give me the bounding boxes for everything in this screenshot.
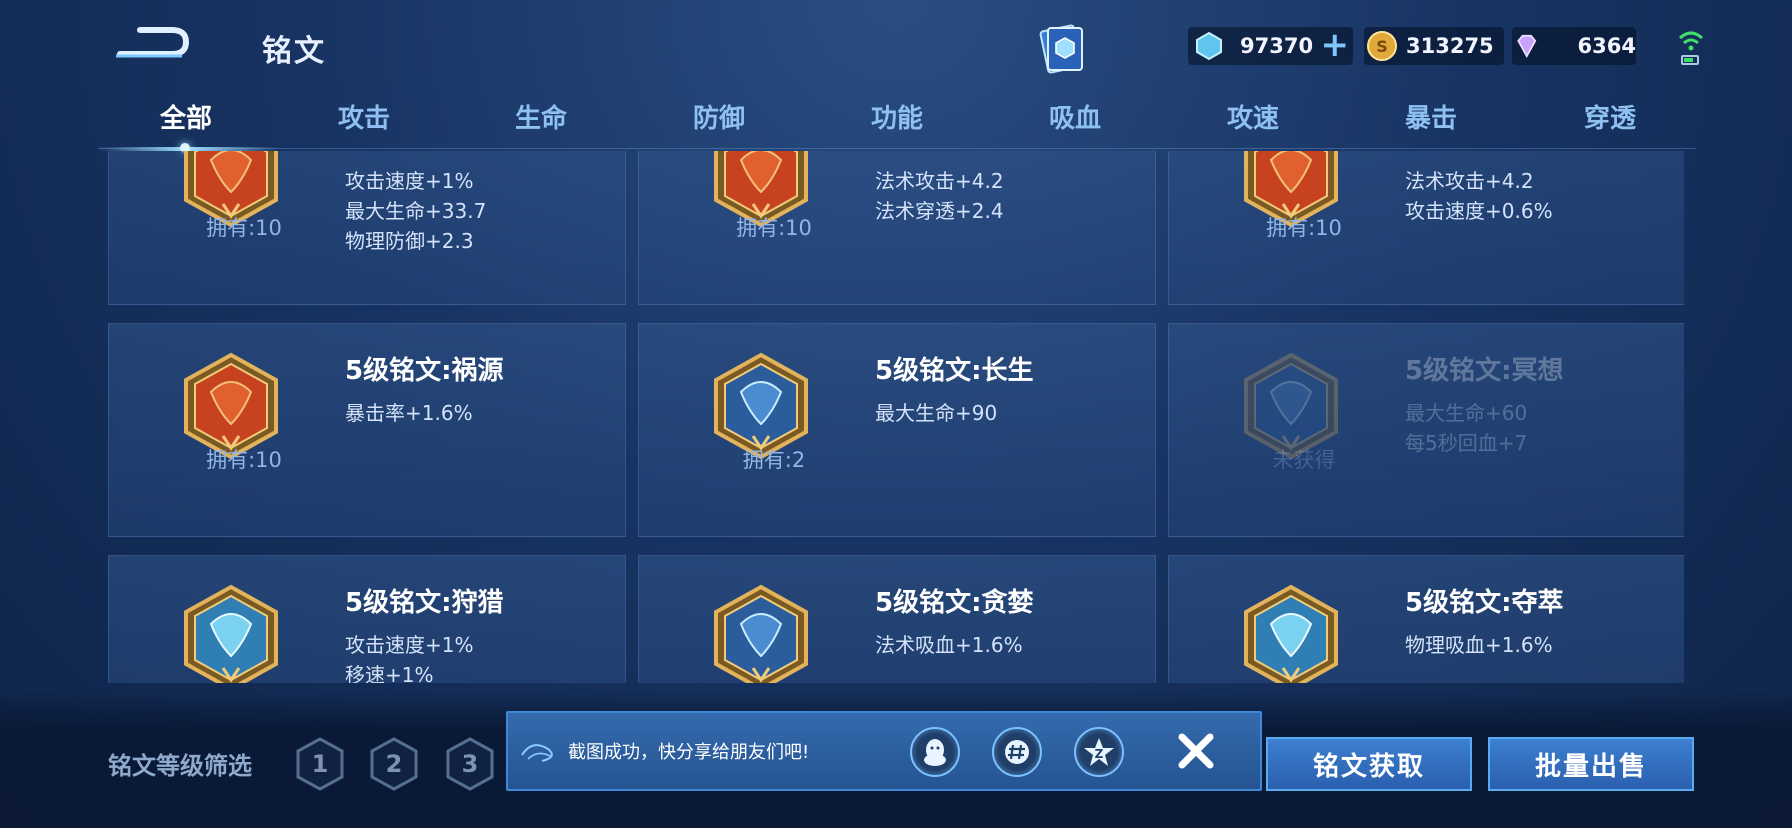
owned-count: 拥有:2 (742, 448, 806, 472)
screenshot-share-toast: 截图成功，快分享给朋友们吧! Z (506, 711, 1262, 791)
qq-penguin-icon (924, 739, 946, 766)
level-filter-label: 铭文等级筛选 (108, 752, 252, 780)
inscription-attribute: 每5秒回血+7 (1405, 431, 1528, 455)
inscription-emblem-icon (184, 584, 278, 683)
gem-amount: 6364 (1577, 34, 1636, 58)
gold-coin-icon: S (1367, 31, 1397, 61)
qzone-star-icon: Z (1084, 738, 1114, 766)
level-filter-2[interactable]: 2 (368, 736, 420, 792)
tab-all[interactable]: 全部 (116, 98, 256, 135)
inscription-attributes: 法术攻击+4.2 法术穿透+2.4 (875, 166, 1004, 226)
inscription-attribute: 攻击速度+1% (345, 633, 474, 657)
inscription-name: 5级铭文:贪婪 (875, 588, 1034, 618)
tab-crit[interactable]: 暴击 (1361, 98, 1501, 135)
inscription-attribute: 法术攻击+4.2 (1405, 169, 1534, 193)
inscription-attributes: 法术攻击+4.2 攻击速度+0.6% (1405, 166, 1553, 226)
owned-count: 拥有:10 (736, 216, 812, 240)
inscription-attributes: 最大生命+90 (875, 398, 997, 428)
inscription-card[interactable]: 5级铭文:狩猎攻击速度+1% 移速+1% (108, 555, 626, 683)
svg-text:Z: Z (1095, 747, 1104, 761)
owned-count: 拥有:10 (206, 216, 282, 240)
svg-text:S: S (1376, 37, 1388, 56)
level-filter-1-label: 1 (312, 750, 329, 778)
inscription-list[interactable]: 5级铭文:隐匿攻击速度+1%最大生命+33.7物理防御+2.3拥有:105级铭文… (108, 151, 1684, 683)
inscription-attribute: 移速+1% (345, 663, 434, 683)
level-filter-3-label: 3 (462, 750, 479, 778)
inscription-attributes: 物理吸血+1.6% (1405, 630, 1553, 660)
tab-attack[interactable]: 攻击 (294, 98, 434, 135)
inscription-name: 5级铭文:夺萃 (1405, 588, 1564, 618)
inscription-attribute: 物理防御+2.3 (345, 229, 474, 253)
owned-count: 拥有:10 (1266, 216, 1342, 240)
inscription-name: 5级铭文:祸源 (345, 356, 504, 386)
inscription-book-icon[interactable] (1034, 20, 1092, 78)
add-ticket-button[interactable]: + (1321, 28, 1350, 62)
share-wechat-button[interactable] (992, 727, 1042, 777)
inscription-emblem-icon (714, 584, 808, 683)
inscription-attribute: 法术吸血+1.6% (875, 633, 1023, 657)
owned-count: 拥有:10 (206, 448, 282, 472)
bulk-sell-button[interactable]: 批量出售 (1488, 737, 1694, 791)
inscription-attribute: 最大生命+90 (875, 401, 998, 425)
ticket-amount: 97370 (1240, 34, 1314, 58)
inscription-name: 5级铭文:圣人 (1405, 151, 1564, 155)
inscription-name: 5级铭文:冥想 (1405, 356, 1564, 386)
inscription-card[interactable]: 5级铭文:隐匿攻击速度+1% 最大生命+33.7 物理防御+2.3 拥有:10 (108, 151, 626, 305)
inscription-attributes: 攻击速度+1% 移速+1% (345, 630, 474, 683)
ticket-currency: 97370 + (1188, 27, 1353, 65)
gem-icon (1517, 34, 1537, 58)
inscription-attribute: 最大生命+33.7 (345, 199, 487, 223)
tab-lifesteal[interactable]: 吸血 (1005, 98, 1145, 135)
inscription-card[interactable]: 5级铭文:贪婪法术吸血+1.6% (638, 555, 1156, 683)
inscription-card[interactable]: 5级铭文:祸源暴击率+1.6% 拥有:10 (108, 323, 626, 537)
inscription-card[interactable]: 5级铭文:长生最大生命+90 拥有:2 (638, 323, 1156, 537)
inscription-attribute: 法术穿透+2.4 (875, 199, 1004, 223)
inscription-attribute: 暴击率+1.6% (345, 401, 473, 425)
inscription-attribute: 物理吸血+1.6% (1405, 633, 1553, 657)
inscription-attribute: 法术攻击+4.2 (875, 169, 1004, 193)
level-filter-1[interactable]: 1 (294, 736, 346, 792)
tab-health[interactable]: 生命 (471, 98, 611, 135)
inscription-attribute: 攻击速度+0.6% (1405, 199, 1553, 223)
level-filter-2-label: 2 (386, 750, 403, 778)
tabs-divider (98, 148, 1696, 149)
gold-currency: S 313275 (1364, 27, 1504, 65)
category-tabs: 全部 攻击 生命 防御 功能 吸血 攻速 暴击 穿透 (98, 98, 1696, 148)
back-button[interactable] (112, 24, 192, 64)
gold-amount: 313275 (1406, 34, 1494, 58)
inscription-card[interactable]: 5级铭文:梦魇法术攻击+4.2 法术穿透+2.4 拥有:10 (638, 151, 1156, 305)
inscription-attributes: 最大生命+60 每5秒回血+7 (1405, 398, 1527, 458)
inscription-name: 5级铭文:梦魇 (875, 151, 1034, 155)
inscription-card[interactable]: 5级铭文:冥想最大生命+60 每5秒回血+7 未获得 (1168, 323, 1684, 537)
inscription-attributes: 攻击速度+1% 最大生命+33.7 物理防御+2.3 (345, 166, 486, 256)
gem-currency: 6364 (1512, 27, 1636, 65)
share-qq-button[interactable] (910, 727, 960, 777)
swirl-decoration-icon (521, 744, 553, 762)
owned-count: 未获得 (1272, 448, 1336, 472)
toast-message: 截图成功，快分享给朋友们吧! (568, 742, 810, 763)
inscription-name: 5级铭文:隐匿 (345, 151, 504, 155)
inscription-attribute: 攻击速度+1% (345, 169, 474, 193)
tab-penetration[interactable]: 穿透 (1540, 98, 1680, 135)
share-qzone-button[interactable]: Z (1074, 727, 1124, 777)
inscription-name: 5级铭文:长生 (875, 356, 1034, 386)
tab-attack-speed[interactable]: 攻速 (1183, 98, 1323, 135)
inscription-attributes: 法术吸血+1.6% (875, 630, 1023, 660)
ticket-icon (1196, 31, 1222, 61)
level-filter-3[interactable]: 3 (444, 736, 496, 792)
inscription-emblem-icon (1244, 584, 1338, 683)
close-toast-icon[interactable] (1172, 727, 1220, 775)
tab-utility[interactable]: 功能 (827, 98, 967, 135)
inscription-name: 5级铭文:狩猎 (345, 588, 504, 618)
tab-defense[interactable]: 防御 (649, 98, 789, 135)
hashtag-topic-icon (1005, 740, 1029, 764)
wifi-signal-icon (1678, 31, 1704, 65)
inscription-attribute: 最大生命+60 (1405, 401, 1528, 425)
inscription-card[interactable]: 5级铭文:夺萃物理吸血+1.6% (1168, 555, 1684, 683)
inscription-card[interactable]: 5级铭文:圣人法术攻击+4.2 攻击速度+0.6% 拥有:10 (1168, 151, 1684, 305)
page-title: 铭文 (262, 34, 326, 69)
get-inscription-button[interactable]: 铭文获取 (1266, 737, 1472, 791)
inscription-attributes: 暴击率+1.6% (345, 398, 473, 428)
